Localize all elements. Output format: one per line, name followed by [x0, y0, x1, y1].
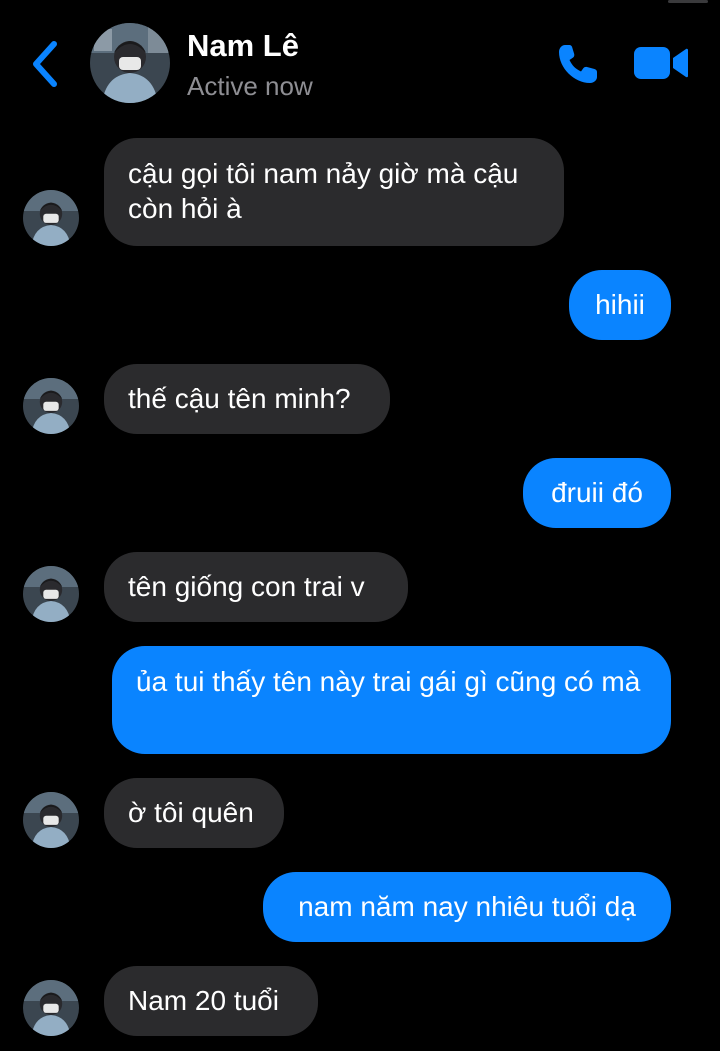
back-button[interactable] [26, 38, 66, 90]
sender-avatar-photo [23, 190, 79, 246]
sender-avatar[interactable] [23, 980, 79, 1036]
phone-icon [559, 45, 597, 83]
sender-avatar-photo [23, 566, 79, 622]
contact-avatar-photo [90, 23, 170, 103]
sender-avatar-photo [23, 378, 79, 434]
video-camera-icon [634, 47, 688, 79]
sender-avatar[interactable] [23, 566, 79, 622]
message-bubble-incoming[interactable]: thế cậu tên minh? [104, 364, 390, 434]
chat-header: Nam Lê Active now [0, 0, 720, 120]
sender-avatar-photo [23, 980, 79, 1036]
message-bubble-incoming[interactable]: cậu gọi tôi nam nảy giờ mà cậu còn hỏi à [104, 138, 564, 246]
message-bubble-incoming[interactable]: Nam 20 tuổi [104, 966, 318, 1036]
message-bubble-outgoing[interactable]: hihii [569, 270, 671, 340]
message-bubble-outgoing[interactable]: đruii đó [523, 458, 671, 528]
active-status: Active now [187, 71, 313, 101]
sender-avatar[interactable] [23, 378, 79, 434]
video-call-button[interactable] [633, 44, 689, 82]
voice-call-button[interactable] [556, 42, 604, 86]
message-bubble-outgoing[interactable]: ủa tui thấy tên này trai gái gì cũng có … [112, 646, 671, 754]
chat-screen: Nam Lê Active now cậu gọi tôi nam nảy gi… [0, 0, 720, 1051]
sender-avatar[interactable] [23, 190, 79, 246]
message-bubble-incoming[interactable]: ờ tôi quên [104, 778, 284, 848]
chevron-left-icon [33, 41, 57, 87]
sender-avatar[interactable] [23, 792, 79, 848]
contact-name[interactable]: Nam Lê [187, 28, 299, 64]
sender-avatar-photo [23, 792, 79, 848]
contact-avatar[interactable] [90, 23, 170, 103]
message-bubble-incoming[interactable]: tên giống con trai v [104, 552, 408, 622]
message-bubble-outgoing[interactable]: nam năm nay nhiêu tuổi dạ [263, 872, 671, 942]
